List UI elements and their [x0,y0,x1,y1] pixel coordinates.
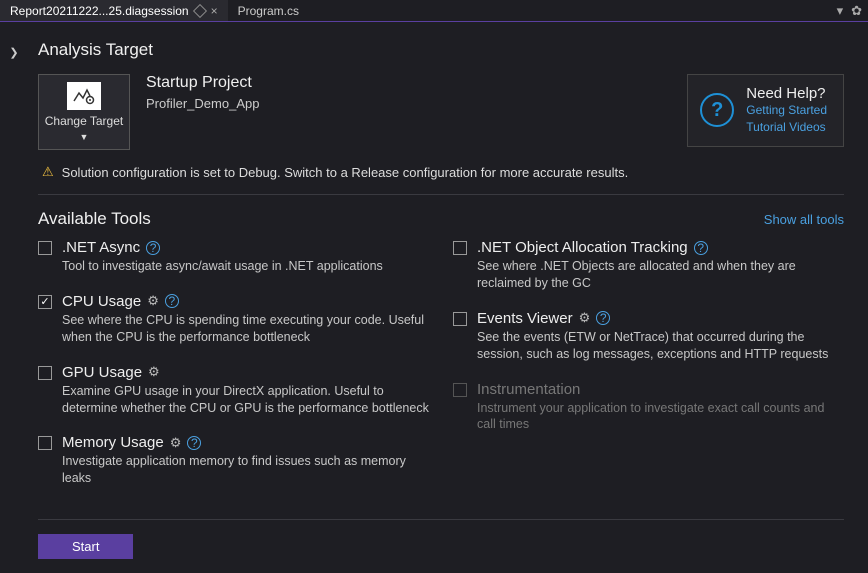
expand-icon[interactable]: ❯ [9,46,18,573]
tool-desc: See where .NET Objects are allocated and… [477,258,844,292]
tool-title: Events Viewer [477,310,573,327]
info-icon[interactable]: ? [146,241,160,255]
tool-desc: Tool to investigate async/await usage in… [62,258,429,275]
settings-icon[interactable]: ✿ [851,3,862,19]
checkbox-instrumentation [453,383,467,397]
target-icon [67,82,101,110]
checkbox-gpu-usage[interactable] [38,366,52,380]
tab-label: Program.cs [238,4,299,18]
tool-title: Memory Usage [62,434,164,451]
tool-desc: Investigate application memory to find i… [62,453,429,487]
show-all-tools-link[interactable]: Show all tools [764,212,844,227]
info-icon[interactable]: ? [596,311,610,325]
tool-title: GPU Usage [62,364,142,381]
chevron-down-icon: ▼ [80,132,89,142]
analysis-target-heading: Analysis Target [38,40,844,60]
gear-icon[interactable]: ⚙ [579,310,591,326]
tool-title: CPU Usage [62,293,141,310]
checkbox-events-viewer[interactable] [453,312,467,326]
tool-instrumentation: Instrumentation Instrument your applicat… [453,381,844,434]
info-icon[interactable]: ? [187,436,201,450]
tool-net-allocation: .NET Object Allocation Tracking? See whe… [453,239,844,292]
tool-gpu-usage: GPU Usage ⚙ Examine GPU usage in your Dir… [38,364,429,417]
tool-desc: See where the CPU is spending time execu… [62,312,429,346]
tool-desc: Instrument your application to investiga… [477,400,844,434]
gear-icon[interactable]: ⚙ [170,435,182,451]
left-gutter: ❯ [0,22,28,573]
project-title: Startup Project [146,74,259,92]
project-name: Profiler_Demo_App [146,96,259,111]
checkbox-net-allocation[interactable] [453,241,467,255]
warning-row: ⚠ Solution configuration is set to Debug… [42,164,844,180]
info-icon[interactable]: ? [165,294,179,308]
gear-icon[interactable]: ⚙ [147,293,159,309]
close-icon[interactable]: × [211,4,218,18]
help-icon: ? [700,93,734,127]
warning-icon: ⚠ [42,164,54,180]
tab-program-cs[interactable]: Program.cs [228,0,309,21]
help-box: ? Need Help? Getting Started Tutorial Vi… [687,74,844,147]
tool-title: .NET Object Allocation Tracking [477,239,688,256]
change-target-label: Change Target [45,114,124,128]
available-tools-heading: Available Tools [38,209,151,229]
gear-icon[interactable]: ⚙ [148,364,160,380]
checkbox-net-async[interactable] [38,241,52,255]
help-link-tutorial-videos[interactable]: Tutorial Videos [746,119,827,136]
help-link-getting-started[interactable]: Getting Started [746,102,827,119]
tool-net-async: .NET Async? Tool to investigate async/aw… [38,239,429,275]
warning-text: Solution configuration is set to Debug. … [62,165,629,180]
separator [38,194,844,195]
checkbox-cpu-usage[interactable] [38,295,52,309]
dropdown-icon[interactable]: ▾ [837,3,844,19]
tab-label: Report20211222...25.diagsession [10,4,189,18]
separator [38,519,844,520]
tool-desc: Examine GPU usage in your DirectX applic… [62,383,429,417]
tool-memory-usage: Memory Usage ⚙? Investigate application m… [38,434,429,487]
tool-title: Instrumentation [477,381,580,398]
tool-desc: See the events (ETW or NetTrace) that oc… [477,329,844,363]
info-icon[interactable]: ? [694,241,708,255]
tab-bar: Report20211222...25.diagsession × Progra… [0,0,868,22]
help-title: Need Help? [746,85,827,102]
tool-events-viewer: Events Viewer ⚙? See the events (ETW or N… [453,310,844,363]
tool-cpu-usage: CPU Usage ⚙? See where the CPU is spendin… [38,293,429,346]
checkbox-memory-usage[interactable] [38,436,52,450]
start-button[interactable]: Start [38,534,133,559]
pin-icon[interactable] [193,3,207,17]
project-info: Startup Project Profiler_Demo_App [146,74,259,111]
change-target-button[interactable]: Change Target ▼ [38,74,130,150]
tab-diagsession[interactable]: Report20211222...25.diagsession × [0,0,228,21]
tool-title: .NET Async [62,239,140,256]
